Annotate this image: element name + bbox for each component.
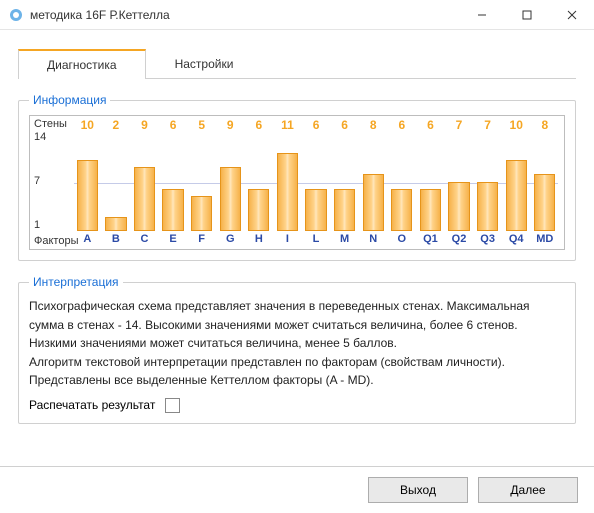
bar-rect [448,182,469,232]
interpretation-panel: Интерпретация Психографическая схема пре… [18,275,576,424]
interpretation-legend: Интерпретация [29,275,123,289]
x-label-L: L [303,233,330,247]
bar-I: 11 [274,132,301,231]
close-button[interactable] [549,0,594,30]
bar-Q3: 7 [474,132,501,231]
y-tick-max: 14 [34,132,70,143]
x-label-C: C [131,233,158,247]
bar-value-label: 7 [446,118,473,132]
bar-rect [477,182,498,232]
x-label-Q4: Q4 [503,233,530,247]
y-axis-title: Стены [34,118,67,130]
y-tick-min: 1 [34,220,70,231]
bar-Q4: 10 [503,132,530,231]
x-label-I: I [274,233,301,247]
tab-settings[interactable]: Настройки [146,49,263,79]
bar-value-label: 11 [274,118,301,132]
bar-value-label: 10 [74,118,101,132]
y-tick-mid: 7 [34,176,70,187]
info-panel: Информация Стены Факторы 14 7 1 10296596… [18,93,576,261]
bar-rect [334,189,355,231]
bar-rect [277,153,298,231]
info-legend: Информация [29,93,110,107]
bar-value-label: 5 [188,118,215,132]
x-label-Q2: Q2 [446,233,473,247]
x-label-MD: MD [532,233,559,247]
bar-value-label: 6 [389,118,416,132]
tab-diagnostics[interactable]: Диагностика [18,49,146,79]
footer-bar: Выход Далее [0,466,594,513]
titlebar: методика 16F Р.Кеттелла [0,0,594,30]
bar-rect [220,167,241,231]
x-label-E: E [160,233,187,247]
tab-strip: Диагностика Настройки [18,48,576,79]
bar-F: 5 [188,132,215,231]
x-label-N: N [360,233,387,247]
window-title: методика 16F Р.Кеттелла [30,8,459,22]
bar-B: 2 [103,132,130,231]
bar-value-label: 6 [303,118,330,132]
bar-rect [534,174,555,231]
x-label-Q3: Q3 [474,233,501,247]
bar-H: 6 [246,132,273,231]
bar-value-label: 9 [131,118,158,132]
bar-value-label: 2 [103,118,130,132]
x-label-M: M [331,233,358,247]
bar-rect [248,189,269,231]
interpretation-paragraph-2: Алгоритм текстовой интерпретации предста… [29,353,565,390]
bar-M: 6 [331,132,358,231]
bar-value-label: 8 [360,118,387,132]
bar-value-label: 6 [246,118,273,132]
x-label-A: A [74,233,101,247]
chart: Стены Факторы 14 7 1 1029659611668667710… [29,115,565,250]
bar-Q2: 7 [446,132,473,231]
bar-value-label: 7 [474,118,501,132]
bar-value-label: 6 [331,118,358,132]
bar-O: 6 [389,132,416,231]
bar-value-label: 6 [417,118,444,132]
next-button[interactable]: Далее [478,477,578,503]
bar-C: 9 [131,132,158,231]
bar-E: 6 [160,132,187,231]
bar-rect [162,189,183,231]
bar-value-label: 9 [217,118,244,132]
app-icon [8,7,24,23]
bar-MD: 8 [532,132,559,231]
x-label-H: H [246,233,273,247]
minimize-button[interactable] [459,0,504,30]
x-label-F: F [188,233,215,247]
bar-rect [77,160,98,231]
interpretation-paragraph-1: Психографическая схема представляет знач… [29,297,565,353]
bar-value-label: 10 [503,118,530,132]
bar-N: 8 [360,132,387,231]
x-label-G: G [217,233,244,247]
bar-A: 10 [74,132,101,231]
bar-rect [191,196,212,231]
maximize-button[interactable] [504,0,549,30]
x-label-Q1: Q1 [417,233,444,247]
bar-Q1: 6 [417,132,444,231]
bar-G: 9 [217,132,244,231]
print-result-label: Распечатать результат [29,398,155,412]
x-label-O: O [389,233,416,247]
bar-rect [506,160,527,231]
bar-L: 6 [303,132,330,231]
print-result-checkbox[interactable] [165,398,180,413]
bar-rect [363,174,384,231]
bar-rect [420,189,441,231]
x-axis-title: Факторы [34,235,78,247]
exit-button[interactable]: Выход [368,477,468,503]
bar-rect [134,167,155,231]
bar-value-label: 8 [532,118,559,132]
bar-rect [105,217,126,231]
x-label-B: B [103,233,130,247]
bar-rect [391,189,412,231]
bar-rect [305,189,326,231]
bar-value-label: 6 [160,118,187,132]
